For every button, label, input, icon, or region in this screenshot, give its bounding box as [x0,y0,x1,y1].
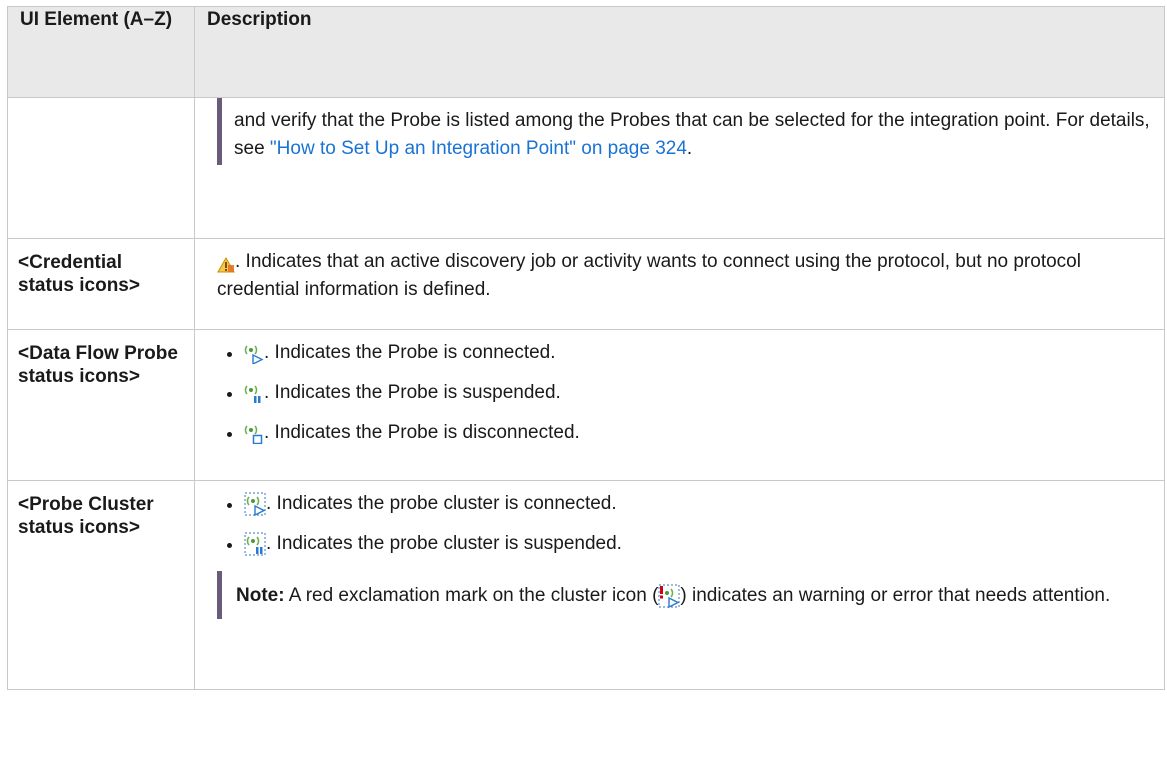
row-description: . Indicates the probe cluster is connect… [194,480,1165,690]
row-element-name [7,97,195,239]
table-row: <Probe Cluster status icons> . Indicates… [7,480,1165,690]
row-element-name: <Probe Cluster status icons> [7,480,195,690]
header-description: Description [194,6,1165,98]
list-item: . Indicates the probe cluster is connect… [227,491,1150,517]
row-description: . Indicates that an active discovery job… [194,238,1165,330]
probe-suspended-icon [244,382,264,404]
bullet [227,543,232,548]
cluster-suspended-icon [244,532,266,556]
cluster-connected-icon [244,492,266,517]
bullet [227,392,232,397]
cluster-warning-icon [658,584,681,609]
bullet [227,503,232,508]
table-row: <Credential status icons> . Indicates th… [7,238,1165,330]
integration-point-link[interactable]: "How to Set Up an Integration Point" on … [270,138,687,159]
probe-status-list: . Indicates the Probe is connected. . In… [217,340,1150,446]
table-header-row: UI Element (A–Z) Description [7,6,1165,98]
cluster-status-list: . Indicates the probe cluster is connect… [217,491,1150,557]
continued-note: and verify that the Probe is listed amon… [217,98,1150,165]
row-element-name: <Credential status icons> [7,238,195,330]
bullet [227,432,232,437]
table-row: and verify that the Probe is listed amon… [7,97,1165,239]
row-description: and verify that the Probe is listed amon… [194,97,1165,239]
probe-connected-icon [244,342,264,366]
list-item: . Indicates the Probe is connected. [227,340,1150,366]
list-item: . Indicates the Probe is suspended. [227,380,1150,406]
note-callout: Note: A red exclamation mark on the clus… [217,571,1150,619]
row-element-name: <Data Flow Probe status icons> [7,329,195,481]
table-row: <Data Flow Probe status icons> . Indicat… [7,329,1165,481]
row-description: . Indicates the Probe is connected. . In… [194,329,1165,481]
probe-disconnected-icon [244,422,264,445]
header-ui-element: UI Element (A–Z) [7,6,195,98]
list-item: . Indicates the probe cluster is suspend… [227,531,1150,557]
credential-warning-icon [217,254,235,273]
bullet [227,352,232,357]
ui-elements-table: UI Element (A–Z) Description and verify … [7,6,1165,690]
list-item: . Indicates the Probe is disconnected. [227,420,1150,446]
